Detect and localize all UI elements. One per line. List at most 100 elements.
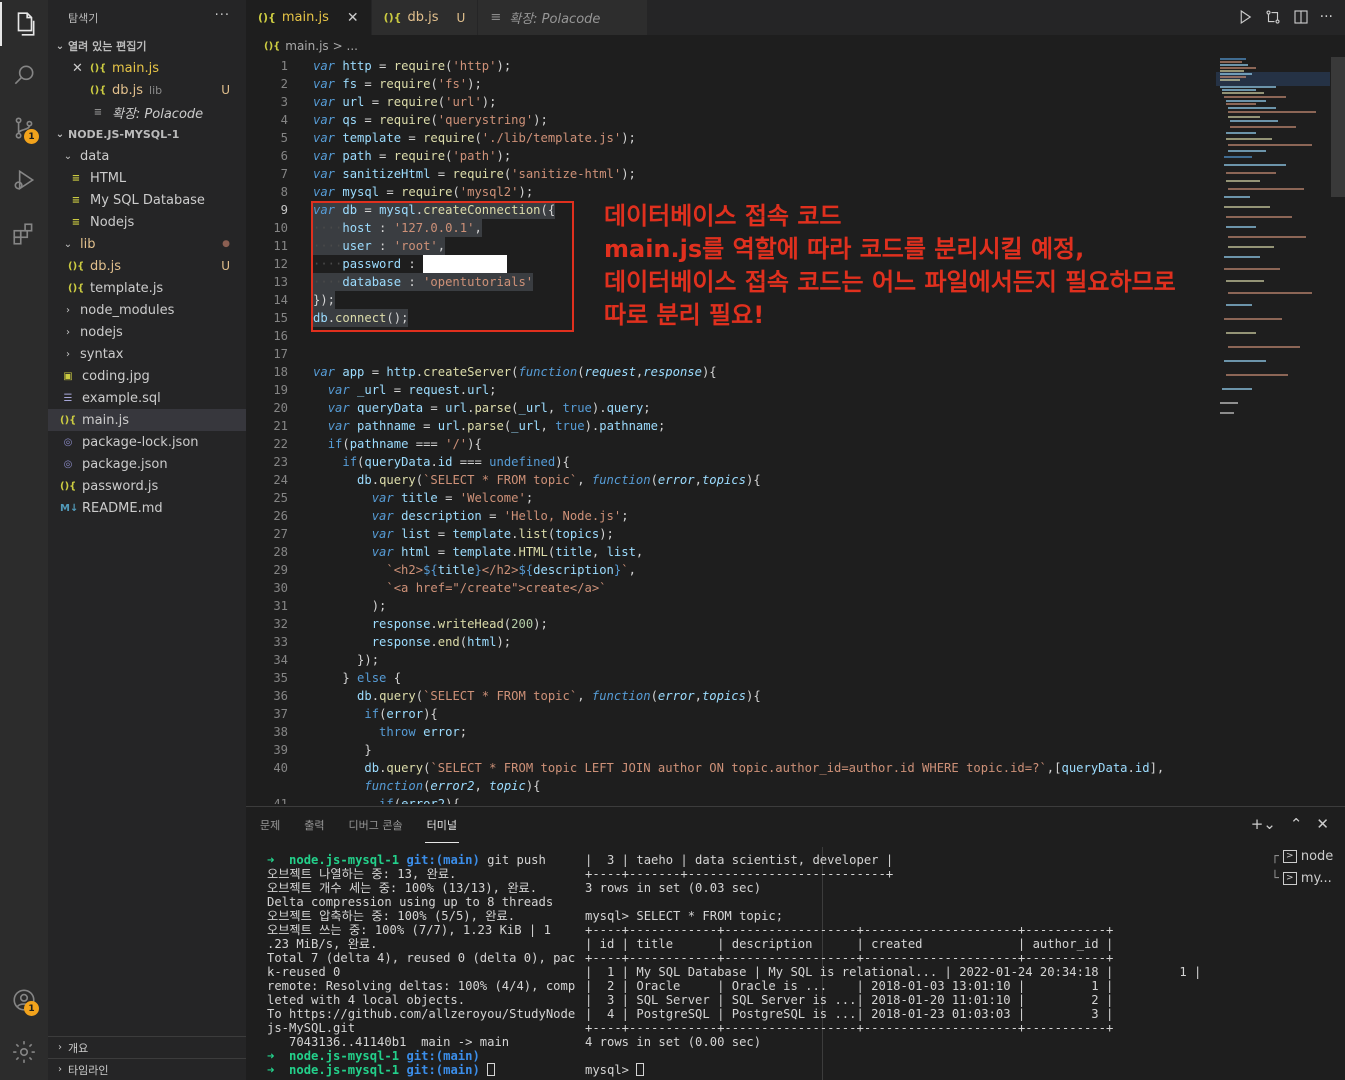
line-number: 34 [273,653,288,667]
line-number: 39 [273,743,288,757]
tree-folder-lib[interactable]: ⌄ lib ● [48,233,246,255]
terminal-output-line: leted with 4 local objects. [267,993,466,1007]
line-number: 12 [273,257,288,271]
terminal-list-item[interactable]: ┌ > node [1271,845,1333,867]
run-debug-icon[interactable] [0,158,48,202]
code-line: var html = template.HTML(title, list, [371,545,644,559]
new-terminal-plus-icon[interactable]: +⌄ [1251,815,1276,833]
terminal-output-line: 오브젝트 쓰는 중: 100% (7/7), 1.23 KiB | 1 [267,923,551,937]
tab-debug-console[interactable]: 디버그 콘솔 [347,807,405,843]
tab-polacode[interactable]: ≡ 확장: Polacode [478,0,649,35]
line-number: 4 [280,113,288,127]
terminal-output-line: | 4 | PostgreSQL | PostgreSQL is ...| 20… [585,1007,1114,1021]
code-line: var http = require('http'); [313,59,512,73]
accounts-icon[interactable]: 1 [0,978,48,1022]
code-line: var queryData = url.parse(_url, true).qu… [327,401,651,415]
close-icon[interactable]: ✕ [347,10,359,26]
line-number: 8 [280,185,288,199]
tree-folder-data[interactable]: ⌄ data [48,145,246,167]
tree-file-package[interactable]: ◎ package.json [48,453,246,475]
npm-file-icon: ◎ [63,458,73,470]
js-file-icon: (){ [60,480,77,492]
terminal-output-line: remote: Resolving deltas: 100% (4/4), co… [267,979,576,993]
source-control-badge: 1 [24,129,39,144]
tree-file-package-lock[interactable]: ◎ package-lock.json [48,431,246,453]
tree-folder-nodejs[interactable]: › nodejs [48,321,246,343]
text-file-icon: ≡ [71,172,81,184]
tree-file-main[interactable]: (){ main.js [48,409,246,431]
text-file-icon: ≡ [71,216,81,228]
code-line: response.writeHead(200); [371,617,548,631]
terminal-output-line: | 2 | Oracle | Oracle is ... | 2018-01-0… [585,979,1114,993]
compare-changes-icon[interactable] [1264,8,1282,30]
js-file-icon: (){ [68,260,85,272]
terminal-left[interactable]: ➜ node.js-mysql-1 git:(main) git push 오브젝… [267,853,576,1077]
run-icon[interactable] [1236,8,1254,30]
tree-folder-syntax[interactable]: › syntax [48,343,246,365]
annotation-text: 데이터베이스 접속 코드 main.js를 역할에 따라 코드를 분리시킬 예정… [604,202,1176,329]
code-editor[interactable]: 1 var http = require('http'); 2 var fs = r… [246,57,1345,804]
source-control-icon[interactable]: 1 [0,106,48,150]
tree-file-example[interactable]: ☰ example.sql [48,387,246,409]
more-actions-icon[interactable]: ··· [215,8,230,23]
close-panel-icon[interactable]: ✕ [1316,815,1329,833]
open-editor-main[interactable]: ✕ (){ main.js [48,57,246,79]
open-editor-polacode[interactable]: ≡ 확장: Polacode [48,101,246,123]
tab-output[interactable]: 출력 [302,807,326,843]
code-line: var list = template.list(topics); [371,527,614,541]
more-actions-icon[interactable]: ··· [1320,8,1333,30]
tree-file-coding[interactable]: ▣ coding.jpg [48,365,246,387]
terminal-prompt-line: ➜ node.js-mysql-1 git:(main) [267,1049,480,1063]
chevron-right-icon: › [66,348,70,360]
terminal-output-line: .23 MiB/s, 완료. [267,937,378,951]
terminal-output-line: 7043136..41140b1 main -> main [267,1035,510,1049]
project-section[interactable]: ⌄ NODE.JS-MYSQL-1 [48,123,246,145]
tree-file-mysql[interactable]: ≡ My SQL Database [48,189,246,211]
editor-scrollbar[interactable] [1331,57,1345,197]
search-icon[interactable] [0,53,48,97]
terminal-output-line: Total 7 (delta 4), reused 0 (delta 0), p… [267,951,576,965]
tree-file-template[interactable]: (){ template.js [48,277,246,299]
code-line: var fs = require('fs'); [313,77,482,91]
tree-file-nodejs[interactable]: ≡ Nodejs [48,211,246,233]
editor-actions: ··· [1236,8,1333,30]
close-icon[interactable]: ✕ [72,61,90,76]
tree-file-html[interactable]: ≡ HTML [48,167,246,189]
terminal-right[interactable]: | 3 | taeho | data scientist, developer … [585,853,1225,1077]
timeline-section[interactable]: › 타임라인 [48,1058,246,1080]
tab-db-js[interactable]: (){ db.js U [371,0,479,35]
terminal-list-item[interactable]: └ > my... [1271,867,1333,889]
tab-problems[interactable]: 문제 [258,807,282,843]
tab-main-js[interactable]: (){ main.js ✕ [246,0,372,35]
line-number: 29 [273,563,288,577]
open-editor-db[interactable]: (){ db.js lib U [48,79,246,101]
code-line: var qs = require('querystring'); [313,113,548,127]
tree-file-db[interactable]: (){ db.js U [48,255,246,277]
line-number: 11 [273,239,288,253]
chevron-down-icon: ⌄ [55,40,65,52]
explorer-title: 탐색기 ··· [68,8,230,25]
minimap[interactable] [1216,57,1330,417]
tab-terminal[interactable]: 터미널 [424,807,459,843]
extensions-icon[interactable] [0,212,48,256]
database-file-icon: ☰ [63,392,73,404]
open-editors-section[interactable]: ⌄ 열려 있는 편집기 [48,35,246,57]
maximize-panel-chevron-up-icon[interactable]: ⌃ [1290,815,1303,833]
js-file-icon: (){ [60,414,77,426]
tree-file-password[interactable]: (){ password.js [48,475,246,497]
split-editor-icon[interactable] [1292,8,1310,30]
line-number: 25 [273,491,288,505]
settings-gear-icon[interactable] [0,1030,48,1074]
terminal-output-line: k-reused 0 [267,965,341,979]
tree-folder-node-modules[interactable]: › node_modules [48,299,246,321]
bottom-panel: 문제 출력 디버그 콘솔 터미널 +⌄ ⌃ ✕ ➜ node.js-mysql-… [246,806,1345,1080]
editor-tabs: (){ main.js ✕ (){ db.js U ≡ 확장: Polacode… [246,0,1345,35]
line-number: 16 [273,329,288,343]
line-number: 17 [273,347,288,361]
explorer-icon[interactable] [0,2,48,46]
breadcrumb-file[interactable]: main.js [285,39,328,53]
terminal-output-line: +----+------------+------------------+--… [585,923,1114,937]
outline-section[interactable]: › 개요 [48,1036,246,1058]
terminal-output-line: 오브젝트 개수 세는 중: 100% (13/13), 완료. [267,881,538,895]
tree-file-readme[interactable]: M↓ README.md [48,497,246,519]
